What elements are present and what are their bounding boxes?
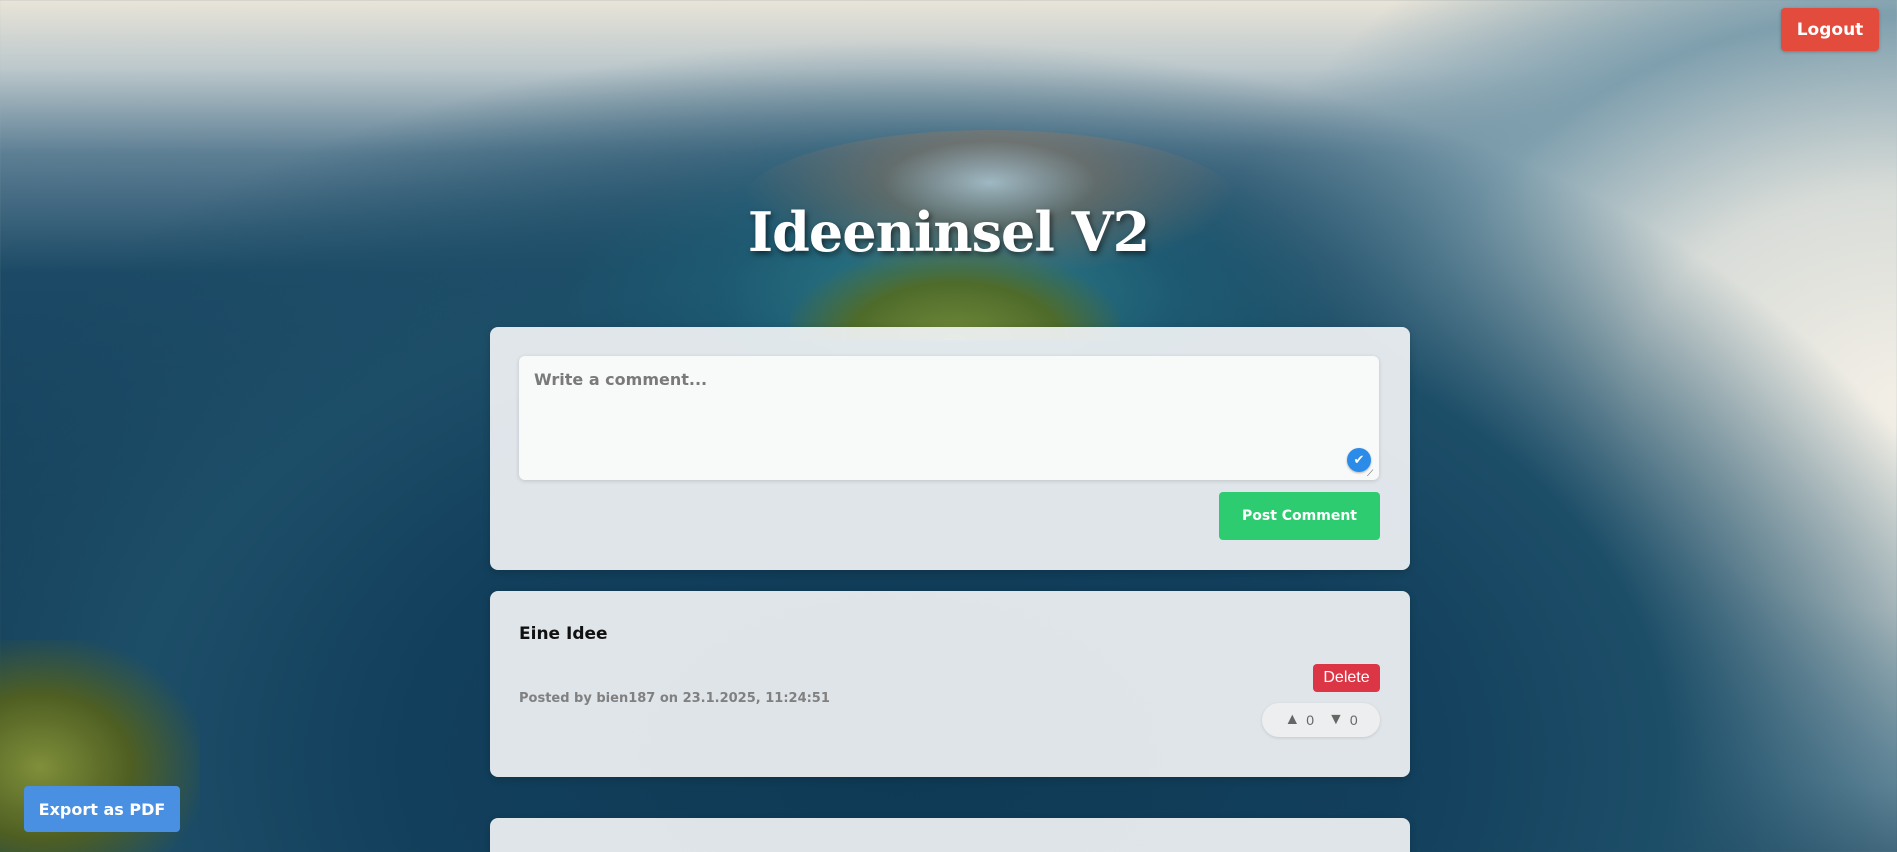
idea-card-next	[490, 818, 1410, 852]
export-pdf-button[interactable]: Export as PDF	[24, 786, 180, 832]
vote-controls: ▲ 0 ▼ 0	[1262, 703, 1380, 737]
post-comment-button[interactable]: Post Comment	[1219, 492, 1380, 540]
comment-input[interactable]	[519, 356, 1379, 480]
idea-card: Eine Idee Delete Posted by bien187 on 23…	[490, 591, 1410, 777]
triangle-down-icon: ▼	[1328, 711, 1344, 728]
resize-handle-icon[interactable]: ⟋	[1367, 469, 1377, 479]
idea-divider	[519, 653, 1379, 654]
triangle-up-icon: ▲	[1284, 711, 1301, 728]
comment-box: ✔ ⟋	[519, 356, 1379, 480]
logout-button[interactable]: Logout	[1781, 8, 1879, 51]
delete-button[interactable]: Delete	[1313, 664, 1380, 692]
downvote-button[interactable]: ▼ 0	[1328, 711, 1358, 729]
upvote-button[interactable]: ▲ 0	[1284, 711, 1314, 729]
page-title: Ideeninsel V2	[747, 200, 1150, 264]
downvote-count: 0	[1349, 712, 1358, 728]
upvote-count: 0	[1306, 712, 1314, 728]
idea-meta: Posted by bien187 on 23.1.2025, 11:24:51	[519, 691, 830, 706]
comment-form-card: ✔ ⟋ Post Comment	[490, 327, 1410, 570]
idea-title: Eine Idee	[519, 624, 608, 644]
